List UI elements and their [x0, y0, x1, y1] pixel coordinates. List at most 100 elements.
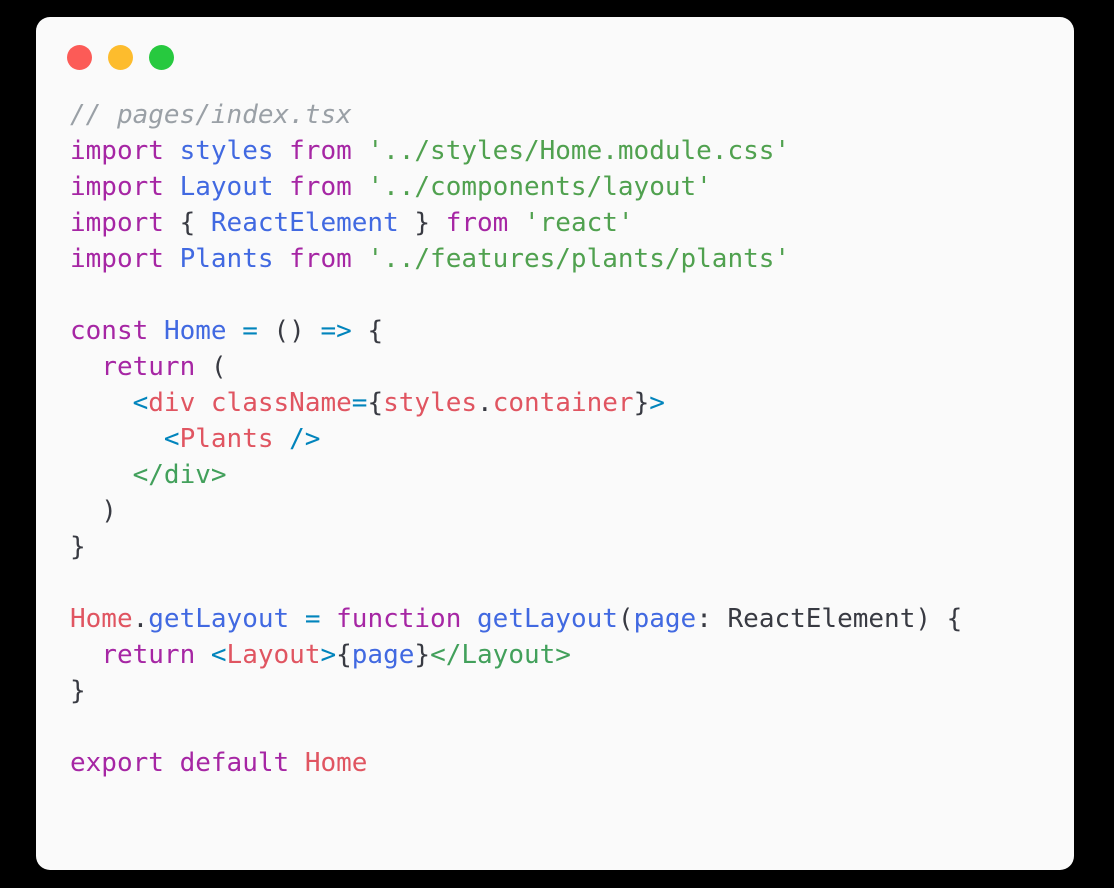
- code-line: <Plants />: [70, 421, 1074, 457]
- token-ident: styles: [179, 136, 274, 166]
- token-keyword: import: [70, 208, 164, 238]
- token-ident: getLayout: [477, 604, 618, 634]
- token-operator: =: [242, 316, 258, 346]
- token-keyword: from: [289, 172, 352, 202]
- token-plain: {: [351, 316, 384, 346]
- token-keyword: return: [101, 352, 196, 382]
- token-plain: {: [367, 388, 384, 418]
- token-attr: className: [210, 388, 352, 418]
- code-line: import styles from '../styles/Home.modul…: [70, 133, 1074, 169]
- token-closetag: </Layout>: [430, 640, 571, 670]
- token-ident: Home: [163, 316, 227, 346]
- token-prop: container: [492, 388, 634, 418]
- token-tag: Home: [304, 748, 368, 778]
- token-plain: (: [617, 604, 634, 634]
- token-keyword: import: [70, 172, 164, 202]
- close-button[interactable]: [67, 44, 92, 70]
- token-plain: {: [336, 640, 352, 670]
- token-string: 'react': [523, 208, 634, 238]
- code-line: import Layout from '../components/layout…: [70, 169, 1074, 205]
- code-line: export default Home: [70, 745, 1074, 781]
- token-keyword: from: [289, 136, 352, 166]
- code-line: return <Layout>{page}</Layout>: [70, 637, 1074, 673]
- app-root: // pages/index.tsx import styles from '..…: [0, 0, 1114, 888]
- token-keyword: export: [70, 748, 164, 778]
- token-closetag: </div>: [132, 460, 227, 490]
- token-bracket: <: [132, 388, 149, 418]
- token-plain: }: [633, 388, 650, 418]
- token-plain: (: [195, 352, 227, 382]
- token-operator: =: [304, 604, 321, 634]
- minimize-button[interactable]: [108, 44, 133, 70]
- code-line: import { ReactElement } from 'react': [70, 205, 1074, 241]
- code-line: Home.getLayout = function getLayout(page…: [70, 601, 1074, 637]
- code-line: }: [70, 529, 1074, 565]
- token-ident: page: [633, 604, 697, 634]
- token-plain: : ReactElement) {: [696, 604, 963, 634]
- token-keyword: return: [101, 640, 196, 670]
- token-tag: Plants: [179, 424, 274, 454]
- token-keyword: default: [179, 748, 290, 778]
- token-keyword: function: [336, 604, 462, 634]
- code-snippet-window: // pages/index.tsx import styles from '..…: [36, 17, 1074, 870]
- token-ident: Plants: [179, 244, 274, 274]
- code-line: }: [70, 673, 1074, 709]
- code-line: const Home = () => {: [70, 313, 1074, 349]
- token-bracket: >: [649, 388, 665, 418]
- token-tag: div: [148, 388, 196, 418]
- token-keyword: import: [70, 136, 164, 166]
- token-ident: getLayout: [148, 604, 290, 634]
- token-bracket: >: [320, 640, 337, 670]
- token-ident: Layout: [179, 172, 274, 202]
- token-keyword: const: [70, 316, 149, 346]
- token-bracket: <: [210, 640, 227, 670]
- token-string: '../styles/Home.module.css': [367, 136, 791, 166]
- token-string: '../components/layout': [367, 172, 712, 202]
- token-ident: page: [351, 640, 415, 670]
- maximize-button[interactable]: [149, 44, 174, 70]
- token-prop: styles: [383, 388, 478, 418]
- code-line: ): [70, 493, 1074, 529]
- code-line: import Plants from '../features/plants/p…: [70, 241, 1074, 277]
- token-keyword: import: [70, 244, 164, 274]
- token-keyword: from: [289, 244, 352, 274]
- token-operator: =: [351, 388, 368, 418]
- token-bracket: />: [289, 424, 321, 454]
- token-comment: // pages/index.tsx: [70, 100, 352, 130]
- token-tag: Layout: [226, 640, 321, 670]
- code-line: <div className={styles.container}>: [70, 385, 1074, 421]
- token-plain: }: [70, 676, 86, 706]
- token-tag: Home: [70, 604, 133, 634]
- token-plain: (): [257, 316, 321, 346]
- token-plain: .: [132, 604, 149, 634]
- token-keyword: from: [445, 208, 509, 238]
- code-editor-content[interactable]: // pages/index.tsx import styles from '..…: [36, 97, 1074, 817]
- token-plain: }: [414, 640, 431, 670]
